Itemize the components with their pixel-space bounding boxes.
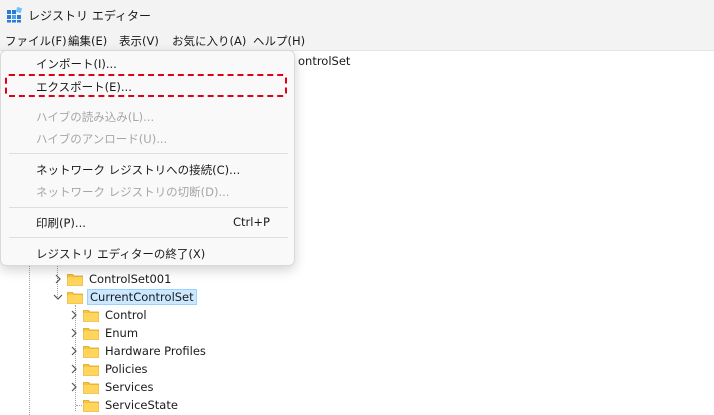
chevron-right-icon[interactable] (68, 381, 80, 393)
chevron-right-icon[interactable] (68, 327, 80, 339)
tree-node-label: Enum (105, 326, 139, 340)
tree-node-label: ControlSet001 (89, 272, 172, 286)
chevron-right-icon[interactable] (52, 273, 64, 285)
menu-separator (9, 153, 288, 154)
folder-icon (83, 345, 99, 358)
folder-icon (83, 327, 99, 340)
menu-bar: ファイル(F) 編集(E) 表示(V) お気に入り(A) ヘルプ(H) (0, 30, 714, 50)
print-shortcut: Ctrl+P (232, 215, 270, 229)
menu-help[interactable]: ヘルプ(H) (253, 33, 305, 49)
file-menu-dropdown: インポート(I)... エクスポート(E)... ハイブの読み込み(L)... … (0, 50, 295, 266)
folder-icon (83, 399, 99, 412)
export-highlight-box (5, 74, 287, 97)
menu-item-connect-network[interactable]: ネットワーク レジストリへの接続(C)... (36, 162, 240, 178)
folder-icon (83, 309, 99, 322)
menu-separator (9, 237, 288, 238)
menu-separator (9, 207, 288, 208)
menu-favorites[interactable]: お気に入り(A) (172, 33, 246, 49)
tree-node-currentcontrolset[interactable]: CurrentControlSet (52, 288, 197, 306)
tree-node-label: Hardware Profiles (105, 344, 206, 358)
folder-icon (67, 273, 83, 286)
menu-item-print[interactable]: 印刷(P)... (36, 215, 86, 231)
menu-item-unload-hive: ハイブのアンロード(U)... (36, 132, 168, 146)
tree-node-policies[interactable]: Policies (68, 360, 150, 378)
window-title: レジストリ エディター (28, 9, 151, 23)
tree-node-enum[interactable]: Enum (68, 324, 140, 342)
tree-node-services[interactable]: Services (68, 378, 156, 396)
folder-icon (83, 363, 99, 376)
tree-node-label: Services (105, 380, 154, 394)
folder-icon (83, 381, 99, 394)
tree-node-servicestate[interactable]: ServiceState (80, 396, 180, 414)
tree-node-label: Control (105, 308, 147, 322)
menu-edit[interactable]: 編集(E) (68, 33, 107, 49)
chevron-right-icon[interactable] (68, 309, 80, 321)
menu-item-load-hive: ハイブの読み込み(L)... (36, 110, 155, 124)
menu-item-exit[interactable]: レジストリ エディターの終了(X) (36, 246, 205, 262)
tree-node-label-selected: CurrentControlSet (87, 289, 197, 305)
menu-file[interactable]: ファイル(F) (5, 33, 67, 49)
chevron-down-icon[interactable] (52, 291, 64, 303)
tree-node-controlset001[interactable]: ControlSet001 (52, 270, 173, 288)
menu-view[interactable]: 表示(V) (119, 33, 159, 49)
chevron-right-icon[interactable] (68, 363, 80, 375)
tree-node-label: ServiceState (105, 398, 178, 412)
menu-item-disconnect-network: ネットワーク レジストリの切断(D)... (36, 185, 230, 199)
registry-editor-icon (6, 6, 23, 23)
address-path[interactable]: ontrolSet (298, 54, 350, 68)
menu-item-import[interactable]: インポート(I)... (36, 56, 117, 72)
tree-node-hardware-profiles[interactable]: Hardware Profiles (68, 342, 208, 360)
title-bar: レジストリ エディター (0, 0, 714, 30)
tree-node-label: Policies (105, 362, 148, 376)
chevron-right-icon[interactable] (68, 345, 80, 357)
tree-node-control[interactable]: Control (68, 306, 149, 324)
folder-icon (67, 291, 83, 304)
